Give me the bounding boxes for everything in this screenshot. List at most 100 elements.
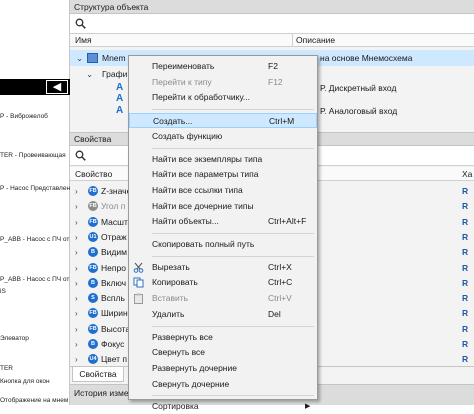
menu-item[interactable]: Удалить Del (129, 307, 317, 322)
menu-item-label: Найти объекты... (152, 216, 219, 227)
context-menu: Переименовать F2 Перейти к типу F12 Перейти … (128, 55, 318, 411)
structure-search-input[interactable] (70, 14, 474, 34)
menu-item-shortcut: Ctrl+M (269, 116, 295, 127)
canvas-element-label: TER (0, 365, 13, 372)
menu-item[interactable]: Найти все ссылки типа (129, 183, 317, 198)
property-type-icon: FB (88, 201, 98, 212)
copy-icon (133, 277, 144, 288)
structure-panel-title: Структура объекта (70, 0, 474, 14)
menu-separator (152, 109, 314, 111)
tab-properties[interactable]: Свойства (72, 367, 124, 382)
variable-icon: A (116, 105, 124, 116)
menu-item-shortcut: Del (268, 308, 281, 319)
menu-item-label: Перейти к обработчику... (152, 92, 250, 103)
canvas-element-label: іS (0, 288, 6, 295)
property-access: R (462, 339, 469, 349)
menu-item[interactable]: Перейти к обработчику... (129, 90, 317, 105)
menu-item[interactable]: Вставить Ctrl+V (129, 291, 317, 306)
expand-chevron-icon[interactable]: › (75, 261, 78, 276)
property-type-icon: B (88, 339, 98, 349)
canvas-element-label: Отображение на мнем (0, 397, 69, 404)
menu-item-label: Создать функцию (152, 130, 223, 141)
menu-item[interactable]: Найти все экземпляры типа (129, 152, 317, 167)
property-type-icon: U1 (88, 231, 98, 242)
property-label: Вспль (101, 293, 125, 304)
property-type-icon: S (88, 293, 98, 304)
menu-item[interactable]: Переименовать F2 (129, 59, 317, 74)
expand-chevron-icon[interactable]: › (75, 199, 78, 214)
menu-item-label: Скопировать полный путь (152, 239, 255, 249)
expand-chevron-icon[interactable]: › (75, 184, 78, 199)
collapse-chevron-icon[interactable]: ⌄ (76, 50, 83, 66)
property-type-icon: FB (88, 262, 98, 273)
menu-item[interactable]: Свернуть дочерние (129, 377, 317, 392)
menu-separator (152, 325, 314, 327)
menu-item-label: Переименовать (152, 61, 215, 71)
search-icon (75, 18, 86, 29)
menu-item[interactable]: Создать функцию (129, 129, 317, 144)
menu-item-label: Найти все экземпляры типа (152, 153, 263, 164)
expand-chevron-icon[interactable]: › (75, 337, 78, 352)
menu-item-shortcut: Ctrl+X (268, 261, 292, 272)
menu-item-label: Развернуть дочерние (152, 362, 237, 373)
menu-item-label: Вставить (152, 293, 189, 304)
property-type-icon: U4 (88, 354, 98, 365)
menu-item-label: Найти все ссылки типа (152, 184, 243, 195)
menu-item[interactable]: Найти все дочерние типы (129, 199, 317, 214)
property-type-icon: FB (88, 323, 98, 334)
expand-chevron-icon[interactable]: › (75, 306, 78, 321)
menu-item[interactable]: Найти объекты... Ctrl+Alt+F (129, 214, 317, 229)
menu-item[interactable]: Развернуть дочерние (129, 361, 317, 376)
property-label: Z-значе (101, 186, 132, 196)
menu-item-label: Перейти к типу (152, 76, 212, 87)
menu-item-shortcut: Ctrl+C (268, 277, 293, 288)
tree-item-description: на основе Мнемосхема (320, 53, 413, 63)
canvas-element-label: TER - Провеивающая (0, 152, 66, 159)
column-right[interactable]: Ха (462, 169, 472, 179)
submenu-arrow-icon: ▶ (305, 403, 311, 411)
menu-item[interactable]: Вырезать Ctrl+X (129, 260, 317, 275)
property-access: R (462, 277, 469, 288)
expand-chevron-icon[interactable]: › (75, 230, 78, 245)
property-label: Масшт (101, 216, 128, 227)
menu-item-label: Сортировка (152, 401, 199, 412)
property-access: R (462, 231, 469, 242)
expand-chevron-icon[interactable]: › (75, 322, 78, 337)
expand-chevron-icon[interactable]: › (75, 276, 78, 291)
menu-item[interactable]: Сортировка ▶ (129, 399, 317, 414)
menu-item[interactable]: Перейти к типу F12 (129, 75, 317, 90)
menu-item[interactable]: Скопировать полный путь (129, 237, 317, 252)
menu-item[interactable]: Копировать Ctrl+C (129, 275, 317, 290)
column-name[interactable]: Имя (75, 35, 92, 45)
property-label: Ширин (101, 308, 128, 319)
menu-item-label: Создать... (153, 116, 193, 127)
menu-separator (152, 233, 314, 234)
menu-item[interactable]: Свернуть все (129, 345, 317, 360)
menu-item-label: Удалить (152, 308, 185, 319)
canvas-element-label: Элеватор (0, 335, 29, 342)
menu-item-label: Свернуть дочерние (152, 378, 230, 389)
property-access: R (462, 247, 469, 258)
property-label: Угол п (101, 201, 126, 212)
column-description[interactable]: Описание (296, 35, 335, 45)
menu-item[interactable]: Найти все параметры типа (129, 167, 317, 182)
menu-item[interactable]: Развернуть все (129, 330, 317, 345)
menu-item-label: Развернуть все (152, 331, 213, 342)
mnemonic-canvas[interactable]: ◀ Р - Виброжелоб TER - Провеивающая Р - На… (0, 0, 70, 405)
menu-item[interactable]: Создать... Ctrl+M (129, 113, 317, 129)
property-label: Отраж (101, 231, 127, 242)
menu-item-label: Найти все дочерние типы (152, 200, 254, 211)
expand-chevron-icon[interactable]: › (75, 291, 78, 306)
column-property[interactable]: Свойство (75, 169, 112, 179)
expand-chevron-icon[interactable]: › (75, 215, 78, 230)
property-type-icon: FB (88, 186, 98, 196)
tree-item-description: Р. Аналоговый вход (320, 106, 398, 116)
expand-chevron-icon[interactable]: › (75, 245, 78, 260)
property-label: Непро (101, 262, 126, 273)
property-label: Видим (101, 247, 127, 258)
back-arrow-button[interactable]: ◀ (46, 80, 68, 94)
property-access: R (462, 293, 469, 304)
search-icon (75, 150, 86, 161)
menu-item-label: Копировать (152, 277, 198, 288)
menu-item-shortcut: Ctrl+Alt+F (268, 216, 307, 227)
